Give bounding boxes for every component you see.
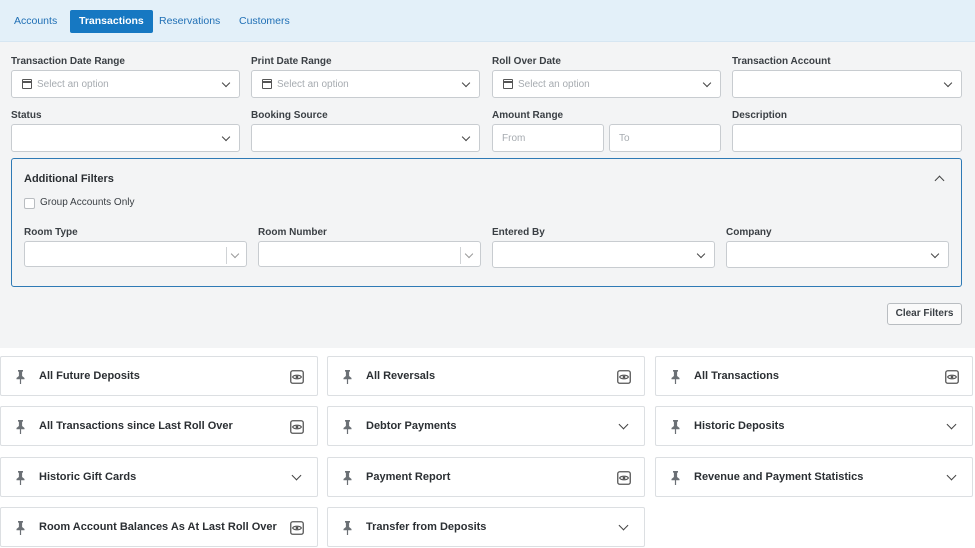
pin-icon[interactable] xyxy=(343,521,352,535)
pin-icon[interactable] xyxy=(343,420,352,434)
room-type-select[interactable] xyxy=(24,241,247,267)
additional-filters-title: Additional Filters xyxy=(24,173,114,185)
pin-icon[interactable] xyxy=(16,420,25,434)
company-label: Company xyxy=(726,227,772,238)
eye-icon[interactable] xyxy=(290,370,304,384)
chevron-down-icon xyxy=(696,249,706,259)
eye-icon[interactable] xyxy=(945,370,959,384)
chevron-down-icon xyxy=(221,78,231,88)
roll-over-date-placeholder: Select an option xyxy=(518,79,590,90)
chevron-down-icon[interactable] xyxy=(618,520,629,531)
chevron-down-icon[interactable] xyxy=(291,470,302,481)
pin-icon[interactable] xyxy=(16,370,25,384)
amount-to-placeholder: To xyxy=(619,133,630,144)
report-card-title: All Transactions xyxy=(694,370,779,382)
report-card[interactable]: Transfer from Deposits xyxy=(327,507,645,547)
print-date-range-placeholder: Select an option xyxy=(277,79,349,90)
chevron-down-icon[interactable] xyxy=(618,419,629,430)
report-card-title: All Future Deposits xyxy=(39,370,140,382)
chevron-down-icon xyxy=(461,132,471,142)
amount-range-label: Amount Range xyxy=(492,110,564,121)
report-card[interactable]: Historic Deposits xyxy=(655,406,973,446)
report-card-title: Revenue and Payment Statistics xyxy=(694,471,864,483)
chevron-down-icon xyxy=(930,249,940,259)
pin-icon[interactable] xyxy=(671,471,680,485)
pin-icon[interactable] xyxy=(671,370,680,384)
eye-icon[interactable] xyxy=(617,370,631,384)
report-card[interactable]: All Transactions xyxy=(655,356,973,396)
transaction-date-range-select[interactable]: Select an option xyxy=(11,70,240,98)
report-card-title: All Reversals xyxy=(366,370,436,382)
amount-to-input[interactable]: To xyxy=(609,124,721,152)
report-card[interactable]: All Transactions since Last Roll Over xyxy=(0,406,318,446)
report-card-title: Room Account Balances As At Last Roll Ov… xyxy=(39,521,277,533)
select-divider xyxy=(460,247,461,264)
eye-icon[interactable] xyxy=(617,471,631,485)
description-input[interactable] xyxy=(732,124,962,152)
tab-accounts[interactable]: Accounts xyxy=(5,10,66,33)
eye-icon[interactable] xyxy=(290,521,304,535)
room-number-label: Room Number xyxy=(258,227,327,238)
status-label: Status xyxy=(11,110,42,121)
calendar-icon xyxy=(262,79,272,89)
eye-icon[interactable] xyxy=(290,420,304,434)
pin-icon[interactable] xyxy=(16,471,25,485)
tab-bar: Accounts Transactions Reservations Custo… xyxy=(0,0,975,42)
clear-filters-button[interactable]: Clear Filters xyxy=(887,303,962,325)
group-accounts-only-label: Group Accounts Only xyxy=(40,197,135,208)
transaction-account-select[interactable] xyxy=(732,70,962,98)
report-card[interactable]: Debtor Payments xyxy=(327,406,645,446)
report-card[interactable]: Payment Report xyxy=(327,457,645,497)
entered-by-label: Entered By xyxy=(492,227,545,238)
entered-by-select[interactable] xyxy=(492,241,715,268)
report-card-title: Debtor Payments xyxy=(366,420,457,432)
report-card[interactable]: All Future Deposits xyxy=(0,356,318,396)
booking-source-label: Booking Source xyxy=(251,110,328,121)
room-type-label: Room Type xyxy=(24,227,78,238)
tab-reservations[interactable]: Reservations xyxy=(150,10,229,33)
chevron-up-icon[interactable] xyxy=(934,175,945,186)
calendar-icon xyxy=(22,79,32,89)
report-card-title: Transfer from Deposits xyxy=(366,521,487,533)
description-label: Description xyxy=(732,110,788,121)
report-card-title: All Transactions since Last Roll Over xyxy=(39,420,233,432)
chevron-down-icon xyxy=(221,132,231,142)
roll-over-date-label: Roll Over Date xyxy=(492,56,561,67)
chevron-down-icon xyxy=(464,249,474,259)
room-number-select[interactable] xyxy=(258,241,481,267)
transaction-date-range-placeholder: Select an option xyxy=(37,79,109,90)
pin-icon[interactable] xyxy=(671,420,680,434)
select-divider xyxy=(226,247,227,264)
report-card[interactable]: Room Account Balances As At Last Roll Ov… xyxy=(0,507,318,547)
chevron-down-icon xyxy=(230,249,240,259)
chevron-down-icon[interactable] xyxy=(946,470,957,481)
report-card-title: Historic Deposits xyxy=(694,420,785,432)
amount-from-input[interactable]: From xyxy=(492,124,604,152)
chevron-down-icon xyxy=(461,78,471,88)
calendar-icon xyxy=(503,79,513,89)
booking-source-select[interactable] xyxy=(251,124,480,152)
chevron-down-icon[interactable] xyxy=(946,419,957,430)
tab-transactions[interactable]: Transactions xyxy=(70,10,153,33)
report-card[interactable]: Revenue and Payment Statistics xyxy=(655,457,973,497)
chevron-down-icon xyxy=(702,78,712,88)
print-date-range-label: Print Date Range xyxy=(251,56,332,67)
pin-icon[interactable] xyxy=(343,370,352,384)
report-card[interactable]: All Reversals xyxy=(327,356,645,396)
group-accounts-only-checkbox[interactable] xyxy=(24,198,35,209)
company-select[interactable] xyxy=(726,241,949,268)
transaction-account-label: Transaction Account xyxy=(732,56,831,67)
tab-customers[interactable]: Customers xyxy=(230,10,299,33)
transaction-date-range-label: Transaction Date Range xyxy=(11,56,125,67)
amount-from-placeholder: From xyxy=(502,133,526,144)
chevron-down-icon xyxy=(943,78,953,88)
report-card[interactable]: Historic Gift Cards xyxy=(0,457,318,497)
report-card-title: Payment Report xyxy=(366,471,451,483)
report-card-title: Historic Gift Cards xyxy=(39,471,137,483)
status-select[interactable] xyxy=(11,124,240,152)
print-date-range-select[interactable]: Select an option xyxy=(251,70,480,98)
pin-icon[interactable] xyxy=(16,521,25,535)
pin-icon[interactable] xyxy=(343,471,352,485)
roll-over-date-select[interactable]: Select an option xyxy=(492,70,721,98)
